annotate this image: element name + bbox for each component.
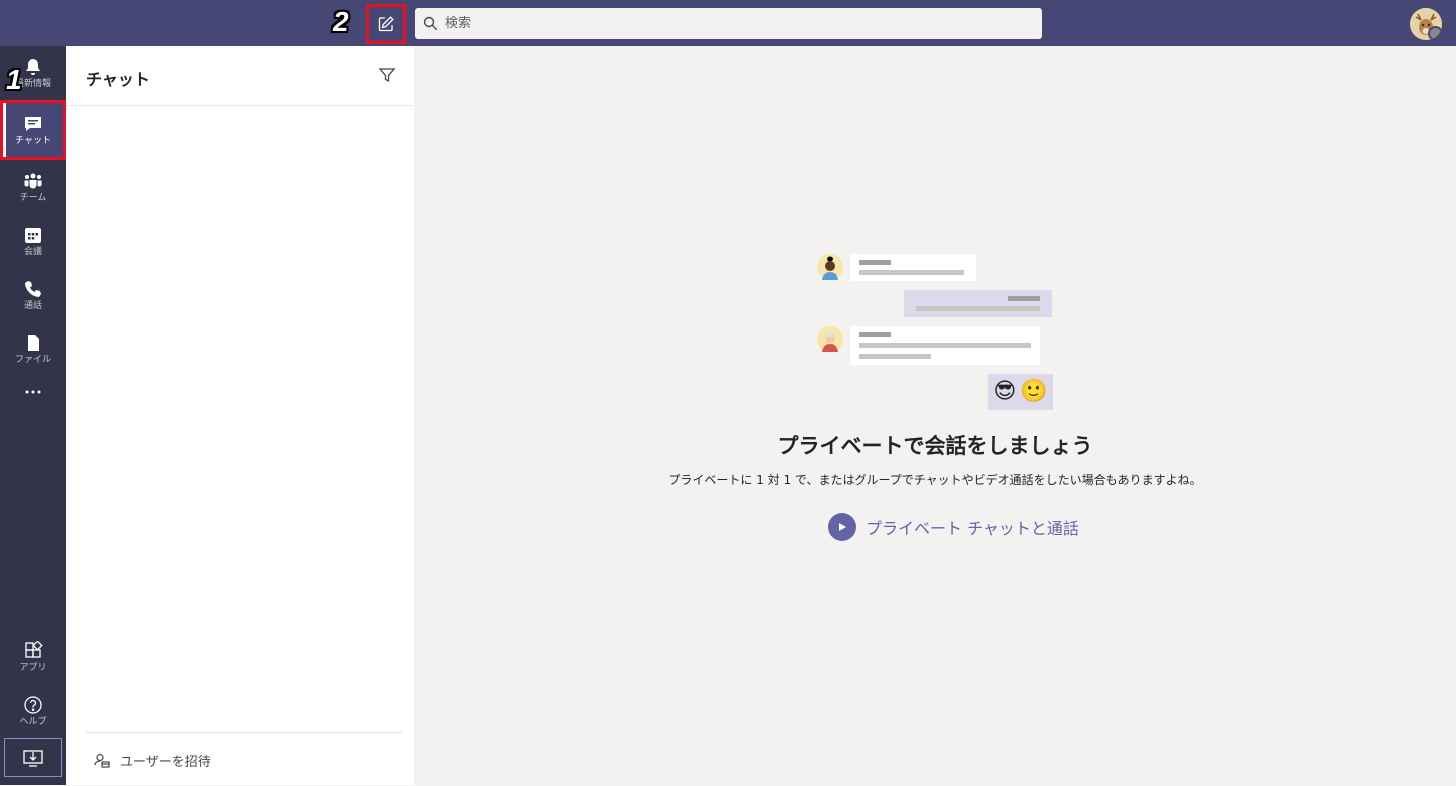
rail-label-chat: チャット [15,135,51,146]
help-icon [24,695,42,714]
rail-item-more[interactable] [0,372,66,412]
chat-bubble-outgoing [904,290,1052,317]
search-input[interactable] [445,16,1005,31]
filter-icon[interactable] [378,66,396,84]
search-box[interactable] [415,8,1042,39]
invite-label: ユーザーを招待 [120,755,211,770]
user-avatar[interactable] [1410,8,1442,40]
chat-panel-header: チャット [66,46,414,106]
apps-icon [25,640,43,658]
download-icon [23,749,43,767]
rail-item-teams[interactable]: チーム [0,160,66,214]
rail-item-calls[interactable]: 通話 [0,268,66,322]
main-content: 😎 🙂 プライベートで会話をしましょう プライベートに 1 対 1 で、またはグ… [414,46,1456,785]
chat-list-panel: チャット ユーザーを招待 [66,46,414,785]
annotation-step-2: 2 [333,6,349,37]
rail-label-teams: チーム [19,192,47,203]
bell-icon [26,58,40,75]
more-icon [25,390,41,394]
rail-label-apps: アプリ [19,662,47,673]
presence-dot [1428,26,1442,40]
app-rail: 最新情報 1 チャット チーム 会議 通話 ファイル アプリ ヘルプ [0,46,66,785]
play-icon [828,513,856,541]
empty-state-title: プライベートで会話をしましょう [777,434,1093,458]
invite-icon [94,753,110,768]
rail-label-files: ファイル [14,354,51,365]
chat-panel-title: チャット [86,70,150,89]
search-icon [423,16,438,31]
compose-icon [378,16,394,32]
rail-item-meetings[interactable]: 会議 [0,214,66,268]
rail-label-meetings: 会議 [23,246,42,257]
file-icon [28,334,39,351]
rail-item-chat[interactable]: チャット [0,100,66,160]
person-avatar-icon [817,326,843,352]
emoji-reaction-bubble: 😎 🙂 [988,374,1053,410]
rail-item-apps[interactable]: アプリ [0,630,66,684]
rail-label-help: ヘルプ [19,716,47,727]
phone-icon [25,280,41,297]
smile-emoji-icon: 🙂 [1020,379,1048,404]
invite-people-button[interactable]: ユーザーを招待 [94,751,211,770]
rail-label-calls: 通話 [23,300,42,311]
new-chat-button[interactable] [366,4,406,44]
chat-icon [25,116,41,131]
private-chat-video-link[interactable]: プライベート チャットと通話 [828,513,1079,541]
download-app-button[interactable] [4,738,62,777]
top-bar: 2 [0,0,1456,46]
rail-item-help[interactable]: ヘルプ [0,684,66,738]
private-chat-video-label: プライベート チャットと通話 [866,519,1079,538]
teams-icon [24,173,42,188]
sunglasses-emoji-icon: 😎 [993,379,1017,404]
chat-panel-footer: ユーザーを招待 [86,732,402,786]
empty-state-description: プライベートに 1 対 1 で、またはグループでチャットやビデオ通話をしたい場合… [668,473,1202,487]
chat-bubble-incoming [850,326,1040,365]
person-avatar-icon [817,254,843,280]
annotation-step-1: 1 [6,64,22,95]
chat-bubble-incoming [850,254,976,281]
rail-item-files[interactable]: ファイル [0,322,66,376]
calendar-icon [25,227,41,243]
